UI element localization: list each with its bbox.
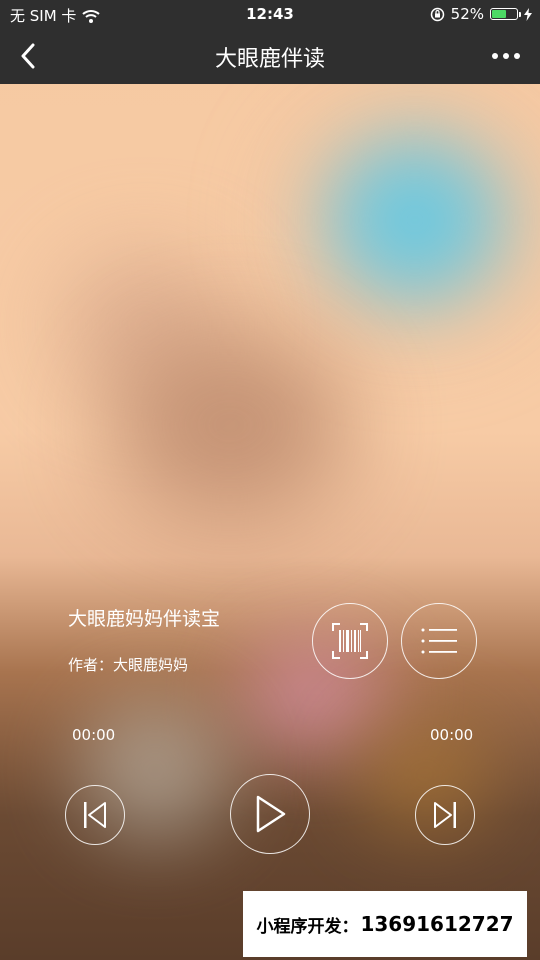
battery-percent: 52%: [450, 5, 484, 23]
next-button[interactable]: [415, 785, 475, 845]
playlist-button[interactable]: [401, 603, 477, 679]
total-time: 00:00: [430, 726, 474, 744]
list-icon: [421, 628, 457, 654]
play-button[interactable]: [230, 774, 310, 854]
page-title: 大眼鹿伴读: [214, 47, 325, 72]
more-dots-icon: [492, 53, 498, 59]
navigation-bar: 大眼鹿伴读: [0, 28, 540, 84]
skip-previous-icon: [84, 802, 106, 828]
promo-phone: 13691612727: [360, 912, 514, 936]
developer-promo-banner: 小程序开发： 13691612727: [243, 891, 527, 957]
promo-label: 小程序开发：: [256, 916, 359, 937]
more-dot: [503, 53, 509, 59]
author-name: 大眼鹿妈妈: [113, 656, 189, 674]
more-dot: [514, 53, 520, 59]
barcode-scan-icon: [332, 623, 368, 659]
skip-next-icon: [434, 802, 456, 828]
more-button[interactable]: [486, 41, 526, 71]
track-author: 作者： 大眼鹿妈妈: [68, 654, 188, 675]
track-title: 大眼鹿妈妈伴读宝: [68, 608, 221, 630]
previous-button[interactable]: [65, 785, 125, 845]
play-icon: [256, 795, 286, 833]
author-label: 作者：: [68, 656, 114, 674]
current-time: 00:00: [72, 726, 116, 744]
scan-barcode-button[interactable]: [312, 603, 388, 679]
battery-fill: [492, 10, 506, 18]
status-right: 52%: [430, 5, 532, 23]
status-bar: 无 SIM 卡 12:43 52%: [0, 0, 540, 28]
battery-icon: [490, 8, 521, 20]
orientation-lock-icon: [430, 7, 444, 21]
charging-bolt-icon: [524, 7, 532, 21]
